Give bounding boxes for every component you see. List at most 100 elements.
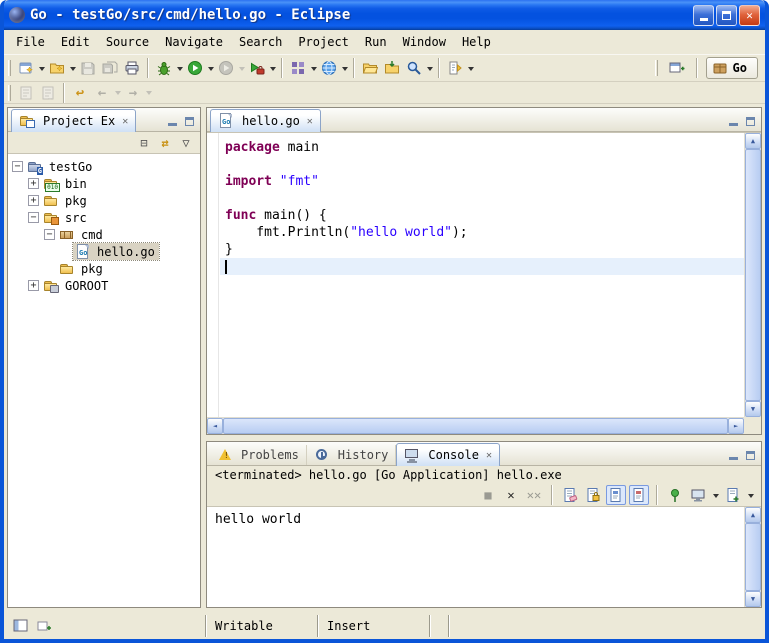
menu-source[interactable]: Source <box>98 32 157 52</box>
menu-project[interactable]: Project <box>290 32 357 52</box>
last-edit-location-button[interactable]: ↩ <box>69 82 91 104</box>
code-area[interactable]: package mainimport "fmt"func main() { fm… <box>220 133 744 417</box>
remove-launch-button[interactable]: ✕ <box>501 485 521 505</box>
display-console-dropdown[interactable] <box>711 484 720 506</box>
go-perspective-button[interactable]: Go <box>706 57 758 79</box>
scroll-left-button[interactable]: ◄ <box>207 418 223 434</box>
show-stdout-toggle[interactable] <box>606 485 626 505</box>
tree-expander-minus-icon[interactable]: − <box>12 161 23 172</box>
next-annotation-button[interactable] <box>444 57 466 79</box>
run-button[interactable] <box>184 57 206 79</box>
display-console-button[interactable] <box>688 485 708 505</box>
code-line[interactable] <box>220 156 744 173</box>
open-perspective-button[interactable] <box>666 57 688 79</box>
fast-view-icon[interactable] <box>13 618 29 634</box>
scroll-lock-button[interactable] <box>583 485 603 505</box>
new-wizard-dropdown[interactable] <box>37 57 46 79</box>
scroll-down-button[interactable]: ▼ <box>745 401 761 417</box>
console-vertical-scrollbar[interactable]: ▲ ▼ <box>744 507 761 607</box>
toolbar-grip[interactable] <box>8 85 11 101</box>
tree-expander-plus-icon[interactable]: + <box>28 178 39 189</box>
minimize-view-button[interactable] <box>166 115 178 126</box>
maximize-console-button[interactable] <box>744 449 756 460</box>
new-go-element-button[interactable] <box>287 57 309 79</box>
tree-item-cmd[interactable]: −cmd <box>8 226 200 243</box>
project-explorer-tab[interactable]: Project Ex ✕ <box>11 109 136 132</box>
tree-expander-plus-icon[interactable]: + <box>28 280 39 291</box>
search-button[interactable] <box>403 57 425 79</box>
menu-window[interactable]: Window <box>395 32 454 52</box>
editor-horizontal-scrollbar[interactable]: ◄ ► <box>207 417 744 434</box>
code-line[interactable] <box>220 258 744 275</box>
tree-item-src[interactable]: −src <box>8 209 200 226</box>
external-tools-dropdown[interactable] <box>268 57 277 79</box>
debug-dropdown[interactable] <box>175 57 184 79</box>
scrollbar-track[interactable] <box>223 418 728 434</box>
minimize-button[interactable] <box>693 5 714 26</box>
minimize-editor-button[interactable] <box>727 115 739 126</box>
tree-item-bin[interactable]: +bin <box>8 175 200 192</box>
code-line[interactable]: } <box>220 241 744 258</box>
remove-all-terminated-button[interactable]: ✕✕ <box>524 485 544 505</box>
open-folder-button[interactable] <box>359 57 381 79</box>
tree-item-pkg[interactable]: pkg <box>8 260 200 277</box>
maximize-button[interactable] <box>716 5 737 26</box>
new-project-button[interactable] <box>46 57 68 79</box>
minimize-console-button[interactable] <box>727 449 739 460</box>
tree-item-hello-go[interactable]: hello.go <box>8 243 200 260</box>
run-dropdown[interactable] <box>206 57 215 79</box>
print-button[interactable] <box>121 57 143 79</box>
menu-help[interactable]: Help <box>454 32 499 52</box>
close-console-icon[interactable]: ✕ <box>486 450 492 461</box>
close-view-icon[interactable]: ✕ <box>122 116 128 127</box>
maximize-view-button[interactable] <box>183 115 195 126</box>
close-button[interactable]: ✕ <box>739 5 760 26</box>
collapse-all-button[interactable]: ⊟ <box>135 134 153 152</box>
code-line[interactable]: func main() { <box>220 207 744 224</box>
show-stderr-toggle[interactable] <box>629 485 649 505</box>
new-project-dropdown[interactable] <box>68 57 77 79</box>
menu-file[interactable]: File <box>8 32 53 52</box>
scrollbar-thumb[interactable] <box>223 418 728 434</box>
editor-tab-hello-go[interactable]: hello.go ✕ <box>210 109 321 132</box>
search-dropdown[interactable] <box>425 57 434 79</box>
menu-navigate[interactable]: Navigate <box>157 32 231 52</box>
scroll-up-button[interactable]: ▲ <box>745 507 761 523</box>
open-console-dropdown[interactable] <box>746 484 755 506</box>
title-bar[interactable]: Go - testGo/src/cmd/hello.go - Eclipse ✕ <box>4 0 765 30</box>
history-tab[interactable]: History <box>307 445 397 465</box>
link-with-editor-button[interactable]: ⇄ <box>156 134 174 152</box>
new-go-element-dropdown[interactable] <box>309 57 318 79</box>
new-wizard-button[interactable] <box>15 57 37 79</box>
close-editor-icon[interactable]: ✕ <box>307 116 313 127</box>
annotation-ruler[interactable] <box>207 133 219 417</box>
scroll-up-button[interactable]: ▲ <box>745 133 761 149</box>
toolbar-grip[interactable] <box>8 60 11 76</box>
code-line[interactable] <box>220 190 744 207</box>
show-view-as-fast-view-icon[interactable] <box>36 618 52 634</box>
open-browser-dropdown[interactable] <box>340 57 349 79</box>
tree-expander-plus-icon[interactable]: + <box>28 195 39 206</box>
tree-expander-minus-icon[interactable]: − <box>28 212 39 223</box>
open-console-button[interactable] <box>723 485 743 505</box>
perspective-bar-grip[interactable] <box>655 60 658 76</box>
scrollbar-thumb[interactable] <box>745 149 761 401</box>
maximize-editor-button[interactable] <box>744 115 756 126</box>
clear-console-button[interactable] <box>560 485 580 505</box>
problems-tab[interactable]: Problems <box>210 445 307 465</box>
next-annotation-dropdown[interactable] <box>466 57 475 79</box>
open-browser-button[interactable] <box>318 57 340 79</box>
console-tab[interactable]: Console ✕ <box>396 443 500 466</box>
tree-expander-minus-icon[interactable]: − <box>44 229 55 240</box>
menu-search[interactable]: Search <box>231 32 290 52</box>
debug-button[interactable] <box>153 57 175 79</box>
view-menu-button[interactable]: ▽ <box>177 134 195 152</box>
scrollbar-thumb[interactable] <box>745 523 761 591</box>
tree-item-goroot[interactable]: +GOROOT <box>8 277 200 294</box>
scrollbar-track[interactable] <box>745 149 761 401</box>
console-output[interactable]: hello world <box>207 507 744 607</box>
code-line[interactable]: import "fmt" <box>220 173 744 190</box>
scrollbar-track[interactable] <box>745 523 761 591</box>
scroll-down-button[interactable]: ▼ <box>745 591 761 607</box>
tree-item-pkg[interactable]: +pkg <box>8 192 200 209</box>
